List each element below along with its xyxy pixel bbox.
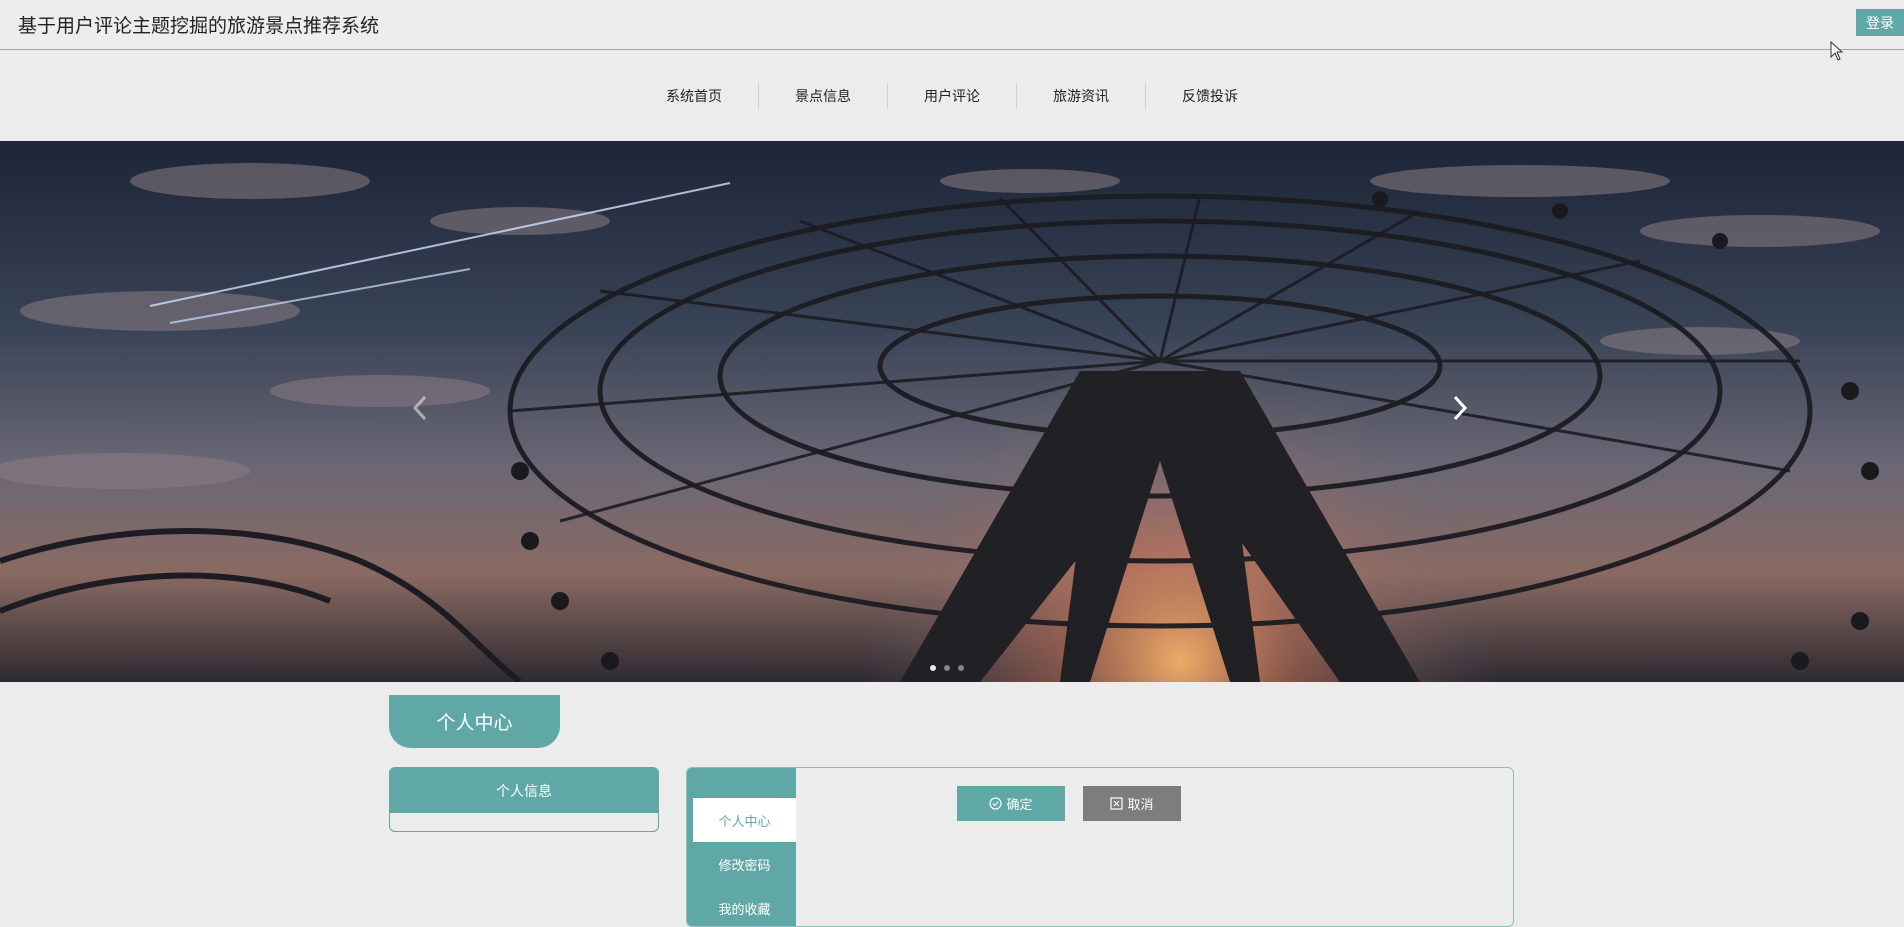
chevron-right-icon: [1453, 395, 1468, 421]
nav-item-home[interactable]: 系统首页: [630, 83, 758, 109]
carousel-dot[interactable]: [958, 665, 964, 671]
mouse-cursor-icon: [1830, 41, 1844, 61]
carousel-dot[interactable]: [930, 665, 936, 671]
personal-info-panel: 个人信息: [389, 767, 659, 832]
site-title: 基于用户评论主题挖掘的旅游景点推荐系统: [18, 15, 380, 37]
confirm-label: 确定: [1006, 797, 1033, 812]
side-tabs: 个人中心 修改密码 我的收藏: [687, 768, 796, 926]
nav-item-attractions[interactable]: 景点信息: [759, 83, 887, 109]
close-square-icon: [1110, 797, 1124, 810]
banner-carousel: [0, 141, 1904, 682]
tab-my-favorites[interactable]: 我的收藏: [693, 886, 796, 926]
personal-info-header[interactable]: 个人信息: [390, 768, 658, 813]
carousel-dots: [930, 665, 964, 671]
nav-item-reviews[interactable]: 用户评论: [888, 83, 1016, 109]
login-button[interactable]: 登录: [1856, 9, 1904, 36]
banner-image: [0, 141, 1904, 682]
tab-personal-center[interactable]: 个人中心: [693, 798, 796, 842]
nav-item-feedback[interactable]: 反馈投诉: [1146, 83, 1274, 109]
top-bar: 基于用户评论主题挖掘的旅游景点推荐系统 登录: [0, 0, 1904, 50]
main-nav: 系统首页 景点信息 用户评论 旅游资讯 反馈投诉: [0, 51, 1904, 141]
personal-center-panel: 个人中心 修改密码 我的收藏 确定 取消: [686, 767, 1514, 927]
check-circle-icon: [989, 797, 1003, 810]
carousel-next-button[interactable]: [1452, 395, 1492, 435]
nav-item-news[interactable]: 旅游资讯: [1017, 83, 1145, 109]
carousel-prev-button[interactable]: [412, 395, 452, 435]
cancel-label: 取消: [1127, 797, 1154, 812]
chevron-left-icon: [412, 395, 427, 421]
cancel-button[interactable]: 取消: [1083, 786, 1181, 821]
tab-change-password[interactable]: 修改密码: [693, 842, 796, 886]
carousel-dot[interactable]: [944, 665, 950, 671]
confirm-button[interactable]: 确定: [957, 786, 1065, 821]
personal-center-title: 个人中心: [389, 695, 560, 748]
